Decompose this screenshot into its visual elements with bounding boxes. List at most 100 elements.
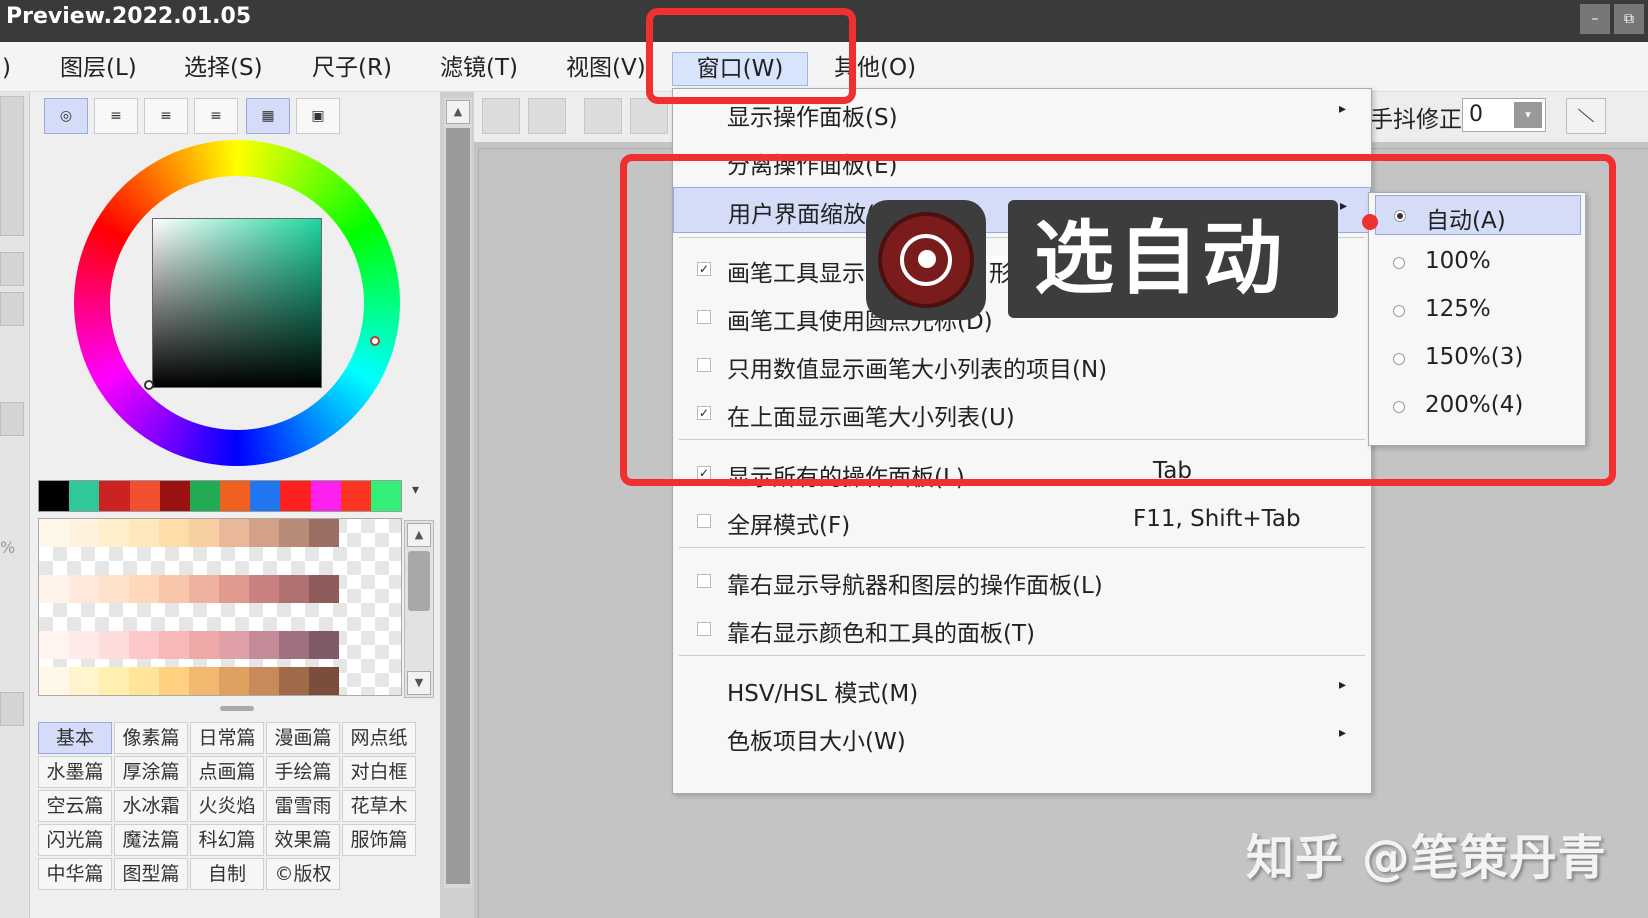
window-menu-item[interactable]: HSV/HSL 模式(M) ▸ (673, 667, 1371, 713)
history-tab[interactable]: ≡ (194, 98, 238, 134)
scroll-up-icon[interactable]: ▲ (407, 523, 431, 547)
saturation-value-square[interactable] (152, 218, 322, 388)
palette-group-tab[interactable]: 雷雪雨 (266, 790, 340, 822)
scroll-thumb[interactable] (408, 551, 430, 611)
palette-swatch[interactable] (309, 575, 339, 603)
palette-swatch[interactable] (309, 519, 339, 547)
toolbar-button[interactable] (584, 98, 622, 134)
palette-swatch[interactable] (279, 667, 309, 695)
menu-filter[interactable]: 滤镜(T) (432, 52, 526, 86)
palette-swatch[interactable] (249, 519, 279, 547)
menu-ruler[interactable]: 尺子(R) (304, 52, 400, 86)
hue-marker[interactable] (370, 336, 380, 346)
recent-color-swatch[interactable] (250, 481, 281, 511)
undo-button[interactable] (482, 98, 520, 134)
palette-swatch[interactable] (189, 575, 219, 603)
checkbox-empty-icon[interactable] (697, 622, 711, 636)
checkbox-empty-icon[interactable] (697, 574, 711, 588)
redo-button[interactable] (528, 98, 566, 134)
palette-swatch[interactable] (129, 631, 159, 659)
palette-swatch[interactable] (219, 519, 249, 547)
palette-swatch[interactable] (189, 667, 219, 695)
palette-swatch[interactable] (99, 519, 129, 547)
palette-swatch[interactable] (309, 667, 339, 695)
resize-handle[interactable] (220, 706, 254, 711)
palette-swatch[interactable] (39, 519, 69, 547)
panel-scrollbar[interactable]: ▲ (444, 98, 472, 888)
palette-swatch[interactable] (159, 631, 189, 659)
recent-color-swatch[interactable] (310, 481, 341, 511)
color-palette-grid[interactable] (38, 518, 402, 696)
menu-layer[interactable]: 图层(L) (52, 52, 145, 86)
palette-swatch[interactable] (69, 667, 99, 695)
palette-swatch[interactable] (159, 575, 189, 603)
strip-button[interactable] (0, 252, 24, 286)
palette-swatch[interactable] (129, 519, 159, 547)
palette-group-tab[interactable]: 对白框 (342, 756, 416, 788)
palette-swatch[interactable] (39, 667, 69, 695)
palette-swatch[interactable] (69, 575, 99, 603)
palette-group-tab[interactable]: 点画篇 (190, 756, 264, 788)
recent-color-swatch[interactable] (189, 481, 221, 511)
palette-group-tab[interactable]: 自制 (190, 858, 264, 890)
palette-swatch[interactable] (69, 519, 99, 547)
palette-group-tab[interactable]: 基本 (38, 722, 112, 754)
recent-colors-dropdown-icon[interactable]: ▾ (412, 482, 419, 498)
palette-swatch[interactable] (99, 667, 129, 695)
line-tool-button[interactable] (1566, 98, 1606, 134)
recent-color-swatch[interactable] (370, 481, 402, 511)
recent-color-swatch[interactable] (129, 481, 160, 511)
recent-color-swatch[interactable] (69, 481, 100, 511)
restore-button[interactable]: ⧉ (1614, 4, 1644, 34)
palette-group-tab[interactable]: 空云篇 (38, 790, 112, 822)
palette-group-tab[interactable]: 像素篇 (114, 722, 188, 754)
palette-swatch[interactable] (99, 575, 129, 603)
chevron-down-icon[interactable]: ▾ (1514, 102, 1542, 128)
recent-color-swatch[interactable] (99, 481, 130, 511)
menu-select[interactable]: 选择(S) (176, 52, 271, 86)
palette-group-tab[interactable]: 魔法篇 (114, 824, 188, 856)
scroll-up-icon[interactable]: ▲ (446, 100, 470, 124)
strip-button[interactable] (0, 692, 24, 726)
palette-group-tab[interactable]: 中华篇 (38, 858, 112, 890)
hsv-slider-tab[interactable]: ≡ (144, 98, 188, 134)
palette-swatch[interactable] (39, 631, 69, 659)
palette-group-tab[interactable]: 网点纸 (342, 722, 416, 754)
palette-group-tab[interactable]: 漫画篇 (266, 722, 340, 754)
sv-marker[interactable] (144, 380, 154, 390)
palette-group-tab[interactable]: 水冰霜 (114, 790, 188, 822)
palette-swatch[interactable] (219, 631, 249, 659)
palette-group-tab[interactable]: 效果篇 (266, 824, 340, 856)
checkbox-empty-icon[interactable] (697, 514, 711, 528)
palette-group-tab[interactable]: 厚涂篇 (114, 756, 188, 788)
mixer-tab[interactable]: ▣ (296, 98, 340, 134)
recent-color-swatch[interactable] (340, 481, 371, 511)
palette-group-tab[interactable]: 服饰篇 (342, 824, 416, 856)
palette-group-tab[interactable]: 图型篇 (114, 858, 188, 890)
palette-scrollbar[interactable]: ▲ ▼ (404, 520, 434, 698)
palette-group-tab[interactable]: 火炎焰 (190, 790, 264, 822)
strip-button[interactable] (0, 402, 24, 436)
color-wheel-tab[interactable]: ◎ (44, 98, 88, 134)
strip-button[interactable] (0, 96, 24, 236)
palette-swatch[interactable] (249, 667, 279, 695)
palette-tab[interactable]: ▦ (246, 98, 290, 134)
scroll-thumb[interactable] (446, 128, 470, 884)
palette-swatch[interactable] (39, 575, 69, 603)
palette-swatch[interactable] (69, 631, 99, 659)
minimize-button[interactable]: – (1580, 4, 1610, 34)
window-menu-item[interactable]: 靠右显示颜色和工具的面板(T) (673, 607, 1371, 653)
palette-group-tab[interactable]: ©版权 (266, 858, 340, 890)
palette-swatch[interactable] (189, 519, 219, 547)
palette-swatch[interactable] (249, 575, 279, 603)
color-wheel[interactable] (74, 140, 400, 466)
palette-swatch[interactable] (159, 667, 189, 695)
palette-group-tab[interactable]: 日常篇 (190, 722, 264, 754)
palette-swatch[interactable] (219, 667, 249, 695)
rgb-slider-tab[interactable]: ≡ (94, 98, 138, 134)
palette-group-tab[interactable]: 科幻篇 (190, 824, 264, 856)
palette-swatch[interactable] (189, 631, 219, 659)
palette-swatch[interactable] (249, 631, 279, 659)
palette-group-tab[interactable]: 水墨篇 (38, 756, 112, 788)
palette-swatch[interactable] (129, 667, 159, 695)
